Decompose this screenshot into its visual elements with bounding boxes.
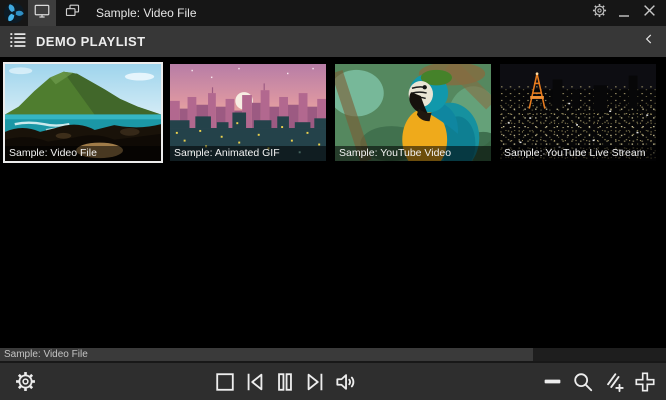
chevron-left-icon [642, 31, 656, 52]
now-playing-label: Sample: Video File [4, 349, 88, 360]
thumbnail-caption: Sample: Animated GIF [170, 146, 326, 161]
playback-controls [214, 363, 359, 400]
gear-icon [15, 371, 36, 392]
previous-icon [244, 371, 266, 393]
playlist-item-animated-gif[interactable]: Sample: Animated GIF [168, 62, 328, 163]
app-window: Sample: Video File DEMO PLAYLIST Sample:… [0, 0, 666, 400]
playlist-list-icon[interactable] [8, 30, 27, 54]
playlist-item-youtube-video[interactable]: Sample: YouTube Video [333, 62, 493, 163]
thumbnail-caption: Sample: YouTube Video [335, 146, 491, 161]
minimize-icon [618, 7, 630, 25]
collapse-playlist-button[interactable] [642, 31, 656, 52]
volume-button[interactable] [334, 371, 359, 393]
titlebar-settings-button[interactable] [590, 2, 608, 24]
duplicate-windows-icon [64, 2, 81, 24]
stop-icon [214, 371, 236, 393]
titlebar: Sample: Video File [0, 0, 666, 26]
zoom-search-button[interactable] [572, 371, 594, 393]
add-button[interactable] [634, 371, 656, 393]
next-button[interactable] [304, 371, 326, 393]
pause-icon [274, 371, 296, 393]
volume-icon [334, 371, 359, 393]
playlist-header: DEMO PLAYLIST [0, 26, 666, 57]
add-link-button[interactable] [603, 371, 625, 393]
plus-icon [634, 371, 656, 393]
tab-display[interactable] [28, 0, 56, 26]
stop-button[interactable] [214, 371, 236, 393]
video-display-area [0, 163, 666, 348]
pause-button[interactable] [274, 371, 296, 393]
window-title: Sample: Video File [96, 6, 197, 20]
playlist-item-video-file[interactable]: Sample: Video File [3, 62, 163, 163]
gear-icon [592, 3, 607, 23]
magnifier-icon [572, 371, 594, 393]
playlist-title: DEMO PLAYLIST [36, 34, 146, 49]
zoom-out-button[interactable] [542, 371, 563, 392]
tab-duplicate-display[interactable] [58, 0, 86, 26]
close-button[interactable] [640, 2, 658, 24]
minus-icon [542, 371, 563, 392]
playlist-item-youtube-live-stream[interactable]: Sample: YouTube Live Stream [498, 62, 658, 163]
seek-bar[interactable]: Sample: Video File [0, 348, 666, 361]
monitor-icon [33, 2, 51, 25]
thumbnail-caption: Sample: YouTube Live Stream [500, 146, 656, 161]
thumbnail-strip: Sample: Video File Sample: Animated GIF … [0, 57, 666, 163]
thumbnail-caption: Sample: Video File [5, 146, 161, 161]
settings-button[interactable] [15, 371, 36, 392]
bottom-toolbar [0, 361, 666, 400]
minimize-button[interactable] [615, 2, 633, 24]
wand-plus-icon [603, 371, 625, 393]
next-icon [304, 371, 326, 393]
close-icon [643, 4, 656, 22]
previous-button[interactable] [244, 371, 266, 393]
app-logo-icon [0, 0, 28, 26]
zoom-controls [542, 371, 656, 393]
